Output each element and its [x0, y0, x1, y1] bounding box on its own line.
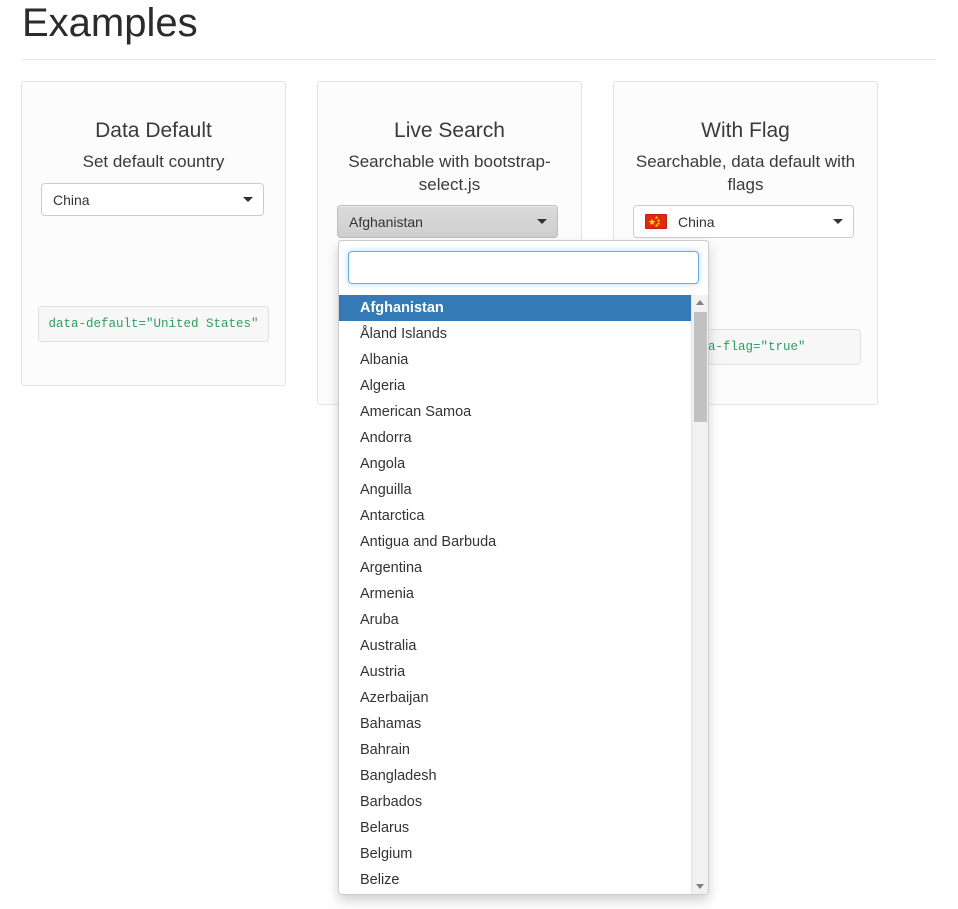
card-title: Live Search — [394, 119, 505, 142]
country-select-live-search[interactable]: Afghanistan — [337, 205, 558, 238]
dropdown-option[interactable]: Belize — [339, 867, 708, 893]
dropdown-option[interactable]: Antigua and Barbuda — [339, 529, 708, 555]
card-subtitle: Searchable with bootstrap-select.js — [348, 152, 551, 194]
dropdown-option[interactable]: Antarctica — [339, 503, 708, 529]
dropdown-option[interactable]: Barbados — [339, 789, 708, 815]
scroll-up-arrow-icon[interactable] — [692, 295, 708, 310]
dropdown-option[interactable]: Andorra — [339, 425, 708, 451]
china-flag-icon: ★ ★ ★ ★ ★ — [645, 214, 667, 229]
header-divider — [22, 59, 936, 60]
dropdown-option[interactable]: Argentina — [339, 555, 708, 581]
card-title: Data Default — [95, 119, 212, 142]
country-select-value: China — [53, 191, 90, 208]
dropdown-option[interactable]: Australia — [339, 633, 708, 659]
code-snippet-data-default: data-default="United States" — [38, 306, 269, 342]
card-title: With Flag — [701, 119, 790, 142]
dropdown-option[interactable]: Bangladesh — [339, 763, 708, 789]
country-select-value: China — [678, 213, 715, 230]
card-subtitle: Set default country — [82, 152, 225, 171]
dropdown-option[interactable]: Aruba — [339, 607, 708, 633]
dropdown-option[interactable]: Austria — [339, 659, 708, 685]
chevron-down-icon — [833, 219, 843, 224]
dropdown-option[interactable]: Albania — [339, 347, 708, 373]
dropdown-option[interactable]: Belgium — [339, 841, 708, 867]
dropdown-option[interactable]: Armenia — [339, 581, 708, 607]
dropdown-search-box — [348, 251, 699, 284]
page-title: Examples — [22, 1, 198, 45]
dropdown-option[interactable]: Bahrain — [339, 737, 708, 763]
dropdown-option[interactable]: Bahamas — [339, 711, 708, 737]
dropdown-option[interactable]: Angola — [339, 451, 708, 477]
dropdown-option[interactable]: Afghanistan — [339, 295, 708, 321]
chevron-down-icon — [243, 197, 253, 202]
chevron-down-icon — [537, 219, 547, 224]
card-subtitle: Searchable, data default with flags — [635, 152, 856, 194]
country-dropdown-menu: Afghanistan Åland Islands Albania Algeria Am… — [338, 240, 709, 895]
dropdown-scrollbar[interactable] — [691, 295, 708, 894]
scrollbar-thumb[interactable] — [694, 312, 707, 422]
search-input[interactable] — [348, 251, 699, 284]
dropdown-option[interactable]: American Samoa — [339, 399, 708, 425]
scroll-down-arrow-icon[interactable] — [692, 879, 708, 894]
dropdown-option[interactable]: Anguilla — [339, 477, 708, 503]
dropdown-option[interactable]: Åland Islands — [339, 321, 708, 347]
dropdown-option-list[interactable]: Afghanistan Åland Islands Albania Algeria Am… — [339, 295, 708, 894]
flag-star-small: ★ — [654, 222, 659, 228]
country-select-with-flag[interactable]: ★ ★ ★ ★ ★ China — [633, 205, 854, 238]
dropdown-option[interactable]: Belarus — [339, 815, 708, 841]
dropdown-option[interactable]: Algeria — [339, 373, 708, 399]
country-select-data-default[interactable]: China — [41, 183, 264, 216]
country-select-value: Afghanistan — [349, 213, 423, 230]
dropdown-option[interactable]: Azerbaijan — [339, 685, 708, 711]
